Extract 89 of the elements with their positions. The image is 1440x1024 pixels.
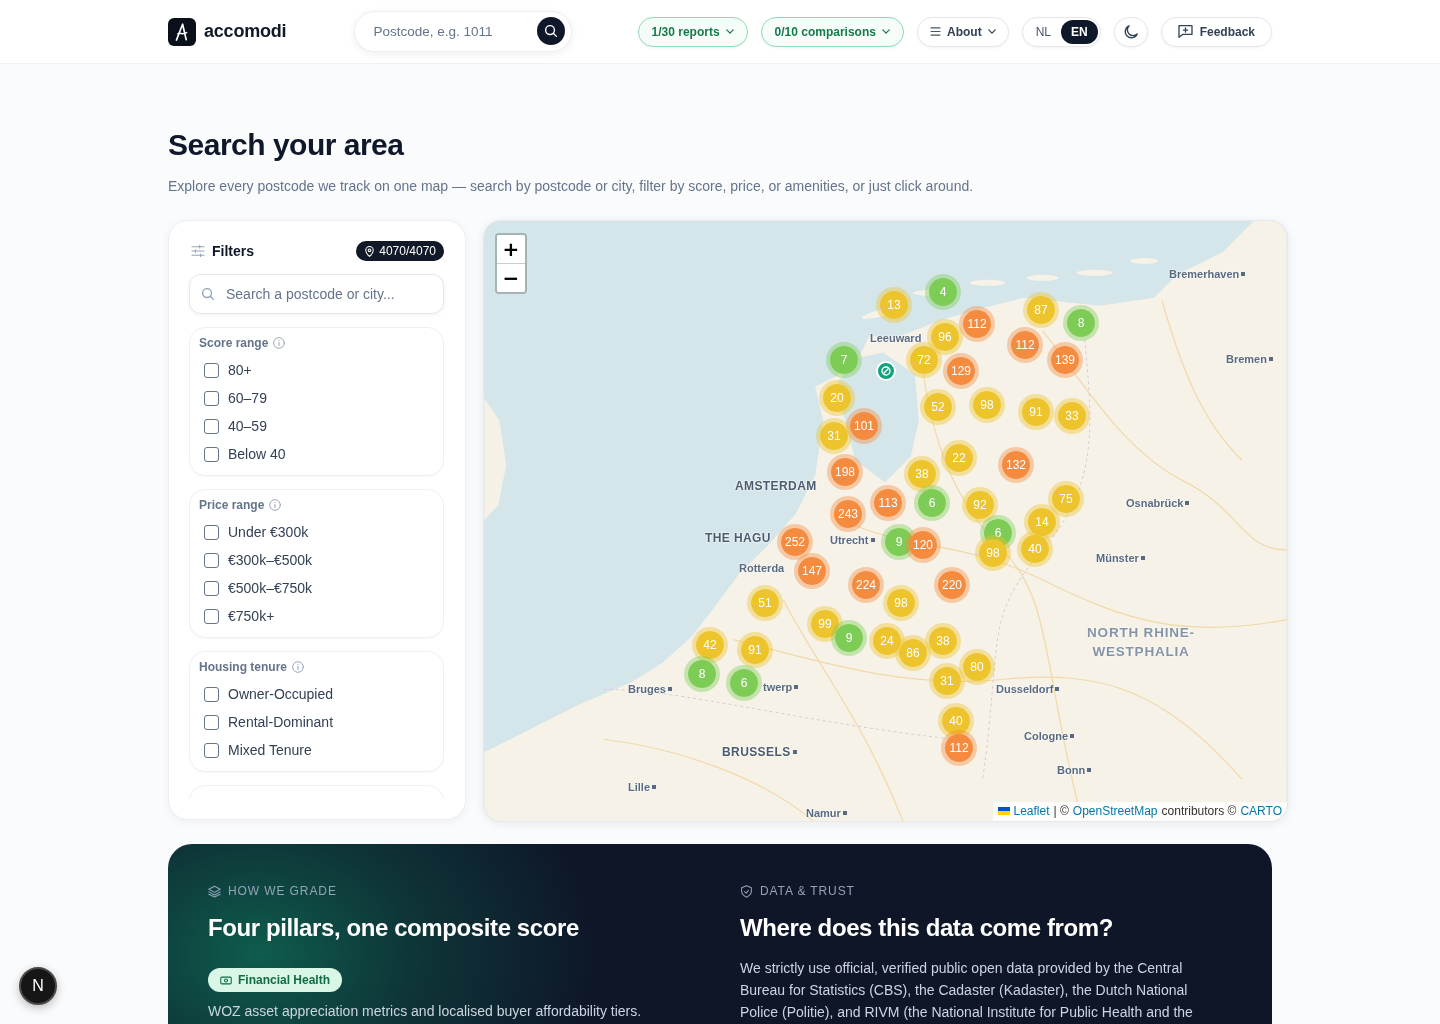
info-icon — [273, 337, 286, 349]
map-label: Utrecht — [830, 533, 869, 548]
result-count: 4070/4070 — [379, 244, 436, 258]
chevron-down-icon — [725, 29, 734, 34]
language-toggle[interactable]: NL EN — [1021, 16, 1101, 47]
pillar-tag-label: Financial Health — [238, 973, 331, 987]
filter-option[interactable]: Mixed Tenure — [198, 736, 312, 764]
chevron-down-icon — [987, 29, 996, 34]
section-heading: Four pillars, one composite score — [208, 913, 580, 943]
filter-option[interactable]: 40–59 — [198, 412, 267, 440]
menu-icon — [929, 27, 941, 36]
shield-check-icon — [740, 884, 753, 898]
filter-option[interactable]: Below 40 — [198, 440, 286, 468]
sliders-icon — [191, 245, 205, 257]
section-text: We strictly use official, verified public open data provided by the Central Bureau for Statistics (CBS), the Cadaster (Kadaster), the Dutch National Police (Politie), and RIVM (the National Institute for Public Health and the — [740, 959, 1194, 1022]
attribution-link[interactable]: CARTO — [1240, 803, 1282, 819]
filter-option[interactable]: €300k–€500k — [198, 546, 313, 574]
map-label: Cologne — [1024, 729, 1068, 744]
section-eyebrow: HOW WE GRADE — [228, 884, 337, 898]
search-field[interactable]: Search a postcode or city... — [189, 274, 444, 314]
search-field[interactable]: Postcode, e.g. 1011 — [354, 11, 573, 52]
checkbox[interactable] — [204, 608, 219, 624]
moon-icon — [1123, 24, 1138, 39]
map-pin-icon — [365, 245, 375, 257]
map-label: Bruges — [628, 682, 666, 697]
map-label: BRUSSELS — [722, 744, 791, 760]
logo-icon — [168, 17, 196, 46]
page-title: Search your area — [168, 127, 405, 163]
filter-option[interactable]: 60–79 — [198, 384, 267, 412]
map-label: Münster — [1096, 551, 1139, 566]
filter-option[interactable]: Rental-Dominant — [198, 708, 334, 736]
feedback-button[interactable]: Feedback — [1160, 16, 1272, 47]
zoom-out-button[interactable]: − — [497, 263, 525, 292]
info-icon — [292, 661, 304, 673]
chevron-down-icon — [881, 29, 890, 34]
filter-option[interactable]: €750k+ — [198, 602, 275, 630]
counter-dropdown[interactable]: 1/30 reports — [637, 16, 748, 47]
attribution-link[interactable]: OpenStreetMap — [1072, 803, 1158, 819]
map-label: Bremerhaven — [1169, 267, 1240, 282]
map-label: twerp — [763, 680, 793, 695]
page-subtitle: Explore every postcode we track on one map — search by postcode or city, filter by score, price, or amenities, or just click around. — [168, 177, 975, 196]
checkbox[interactable] — [204, 580, 219, 596]
brand-name: accomodi — [204, 21, 287, 42]
filters-title: Filters — [212, 243, 254, 259]
attribution-text: | © — [1053, 803, 1069, 819]
map-label: Osnabrück — [1126, 496, 1184, 511]
theme-toggle-button[interactable] — [1113, 16, 1148, 47]
attribution-link[interactable]: Leaflet — [1013, 803, 1050, 819]
checkbox[interactable] — [204, 742, 219, 758]
filter-section-title: Price range — [199, 498, 265, 512]
map-label: Lille — [628, 780, 650, 795]
about-menu-button[interactable]: About — [916, 16, 1009, 47]
section-eyebrow: DATA & TRUST — [760, 884, 855, 898]
map-label: AMSTERDAM — [735, 478, 817, 494]
message-plus-icon — [1177, 25, 1193, 38]
checkbox[interactable] — [204, 524, 219, 540]
map-label: Rotterda — [739, 561, 785, 576]
map-label: Bremen — [1226, 352, 1267, 367]
language-option[interactable]: EN — [1060, 19, 1098, 44]
map-label: Bonn — [1057, 763, 1086, 778]
search-icon — [545, 25, 558, 37]
checkbox[interactable] — [204, 390, 219, 406]
map-label: THE HAGU — [705, 530, 771, 546]
layers-icon — [208, 884, 221, 898]
checkbox[interactable] — [204, 446, 219, 462]
section-text: WOZ asset appreciation metrics and localised buyer affordability tiers. — [208, 1002, 643, 1021]
banknote-icon — [220, 975, 232, 985]
dev-badge[interactable]: N — [19, 967, 57, 1005]
checkbox[interactable] — [204, 362, 219, 378]
search-icon — [202, 288, 214, 300]
checkbox[interactable] — [204, 552, 219, 568]
language-option[interactable]: NL — [1025, 19, 1061, 44]
flag-icon — [997, 807, 1010, 815]
filter-option[interactable]: Under €300k — [198, 518, 309, 546]
checkbox[interactable] — [204, 418, 219, 434]
map-label: NORTH RHINE-WESTPHALIA — [1086, 624, 1196, 661]
map-label: Namur — [806, 806, 841, 821]
info-icon — [269, 499, 282, 511]
filter-option[interactable]: 80+ — [198, 356, 252, 384]
filter-section-title: Housing tenure — [199, 660, 287, 674]
filter-option[interactable]: Owner-Occupied — [198, 680, 334, 708]
counter-dropdown[interactable]: 0/10 comparisons — [760, 16, 904, 47]
section-heading: Where does this data come from? — [740, 913, 1114, 943]
checkbox[interactable] — [204, 686, 219, 702]
checkbox[interactable] — [204, 714, 219, 730]
map-label: Dusseldorf — [996, 682, 1054, 697]
attribution-text: contributors © — [1161, 803, 1237, 819]
filter-option[interactable]: €500k–€750k — [198, 574, 313, 602]
filter-section-title: Score range — [199, 336, 269, 350]
